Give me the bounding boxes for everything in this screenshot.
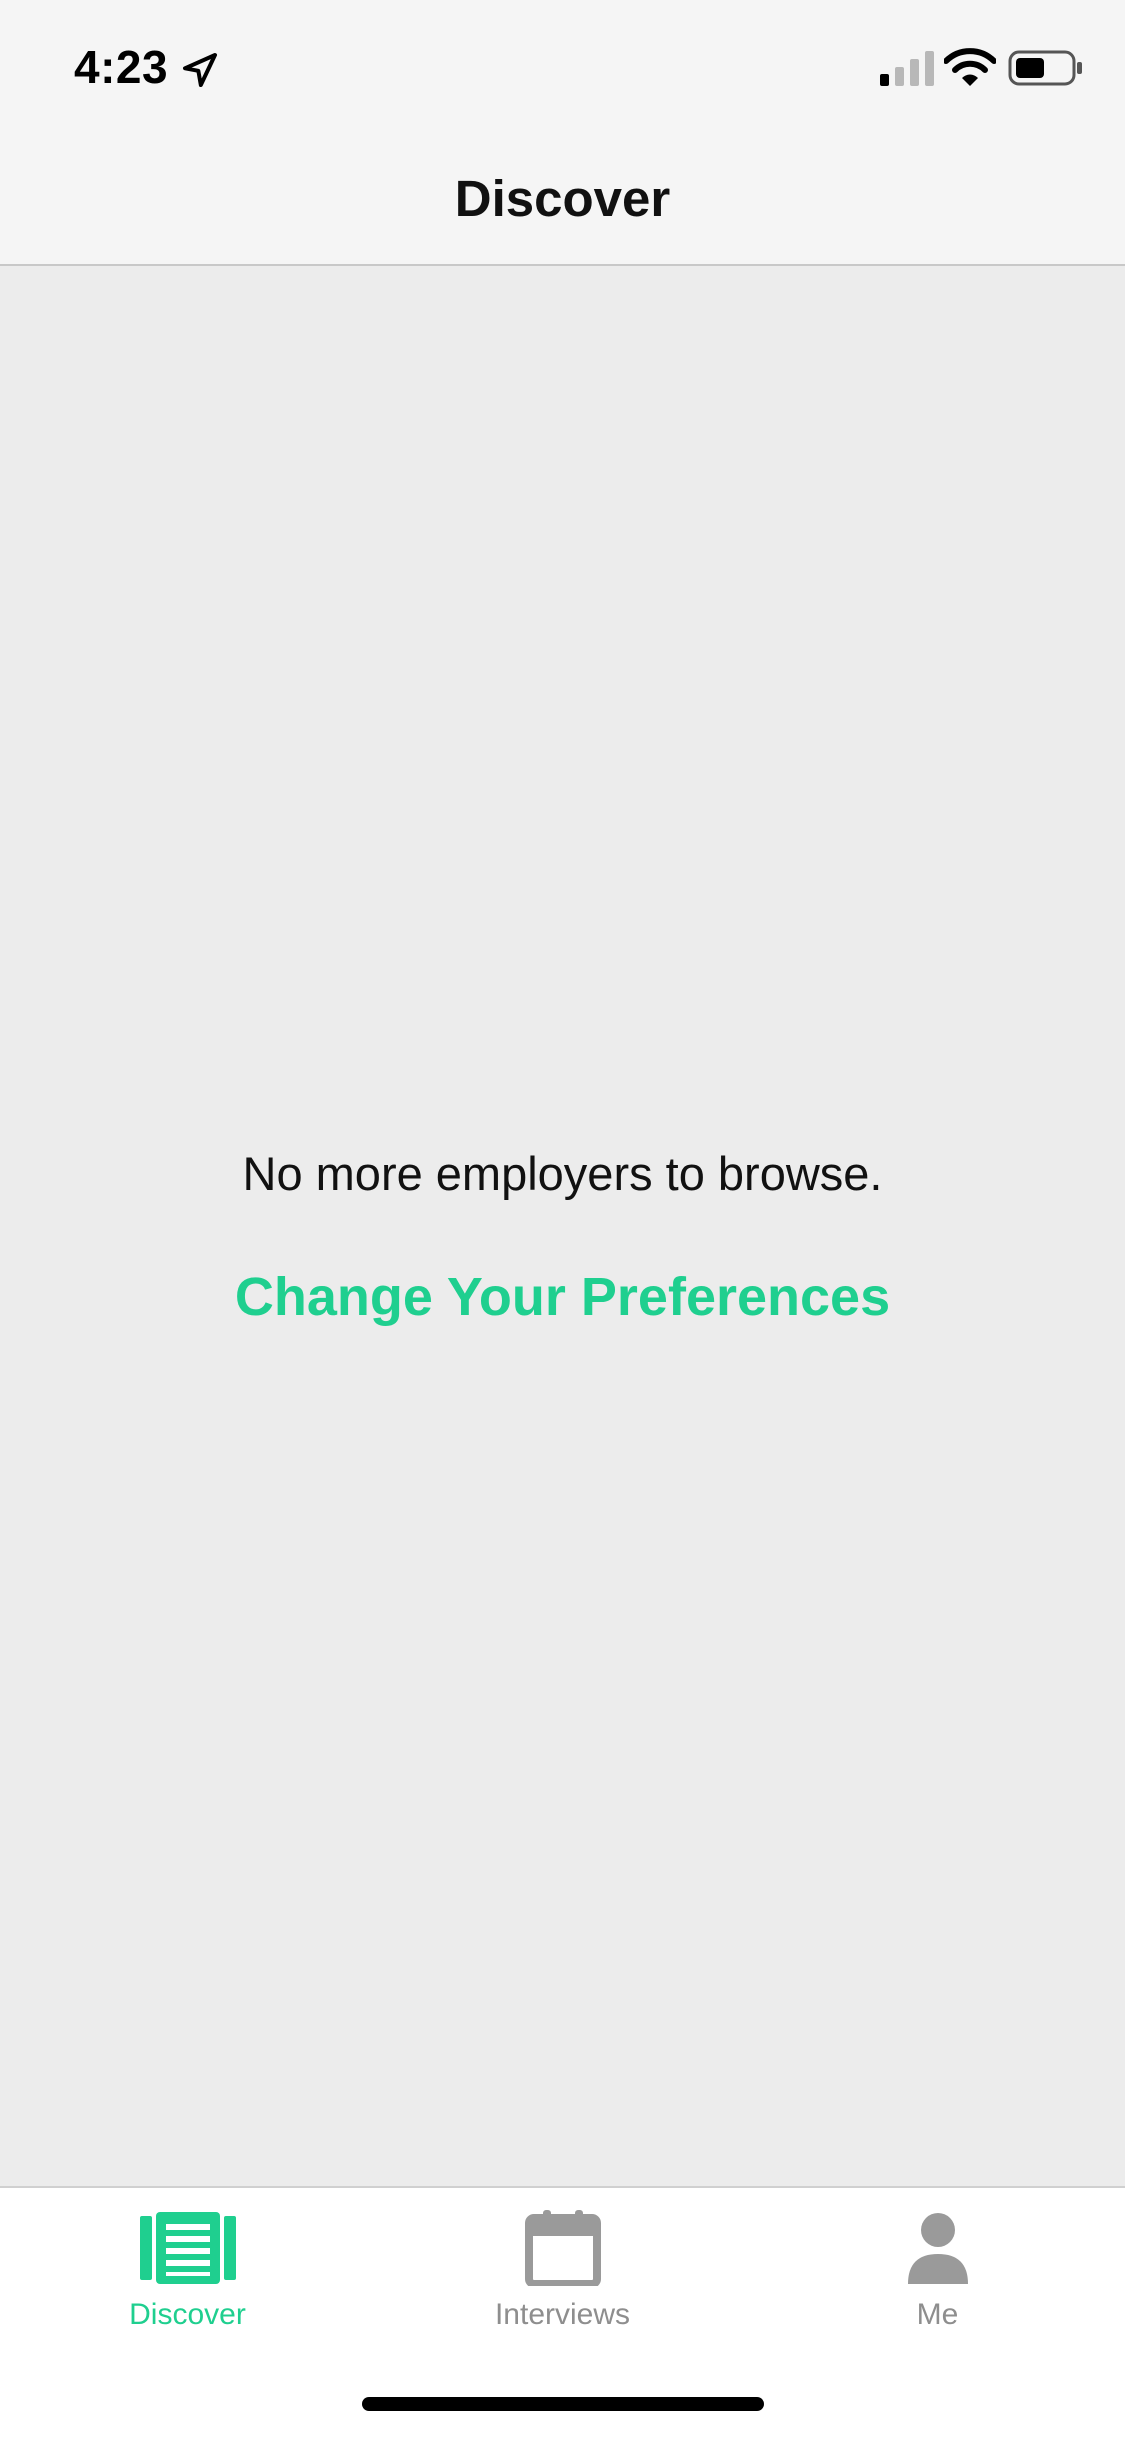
main-content: No more employers to browse. Change Your… xyxy=(0,266,1125,2186)
tab-discover[interactable]: Discover xyxy=(0,2188,375,2358)
tab-label-me: Me xyxy=(916,2298,959,2331)
empty-state-message: No more employers to browse. xyxy=(242,1147,883,1200)
status-time: 4:23 xyxy=(74,41,169,93)
page-title: Discover xyxy=(454,169,671,227)
tab-me[interactable]: Me xyxy=(750,2188,1125,2358)
tab-interviews[interactable]: Interviews xyxy=(375,2188,750,2358)
home-indicator[interactable] xyxy=(362,2397,764,2411)
wifi-icon xyxy=(944,48,996,86)
person-icon xyxy=(907,2213,968,2284)
location-arrow-icon xyxy=(183,53,217,87)
tab-label-interviews: Interviews xyxy=(494,2298,631,2331)
tab-label-discover: Discover xyxy=(129,2298,246,2331)
navigation-bar: Discover xyxy=(0,132,1125,266)
calendar-icon xyxy=(524,2210,601,2286)
status-bar: 4:23 xyxy=(0,0,1125,132)
discover-list-icon xyxy=(139,2212,236,2284)
change-preferences-button[interactable]: Change Your Preferences xyxy=(0,1266,1125,1328)
cellular-signal-icon xyxy=(880,51,934,86)
battery-icon xyxy=(1008,50,1082,86)
